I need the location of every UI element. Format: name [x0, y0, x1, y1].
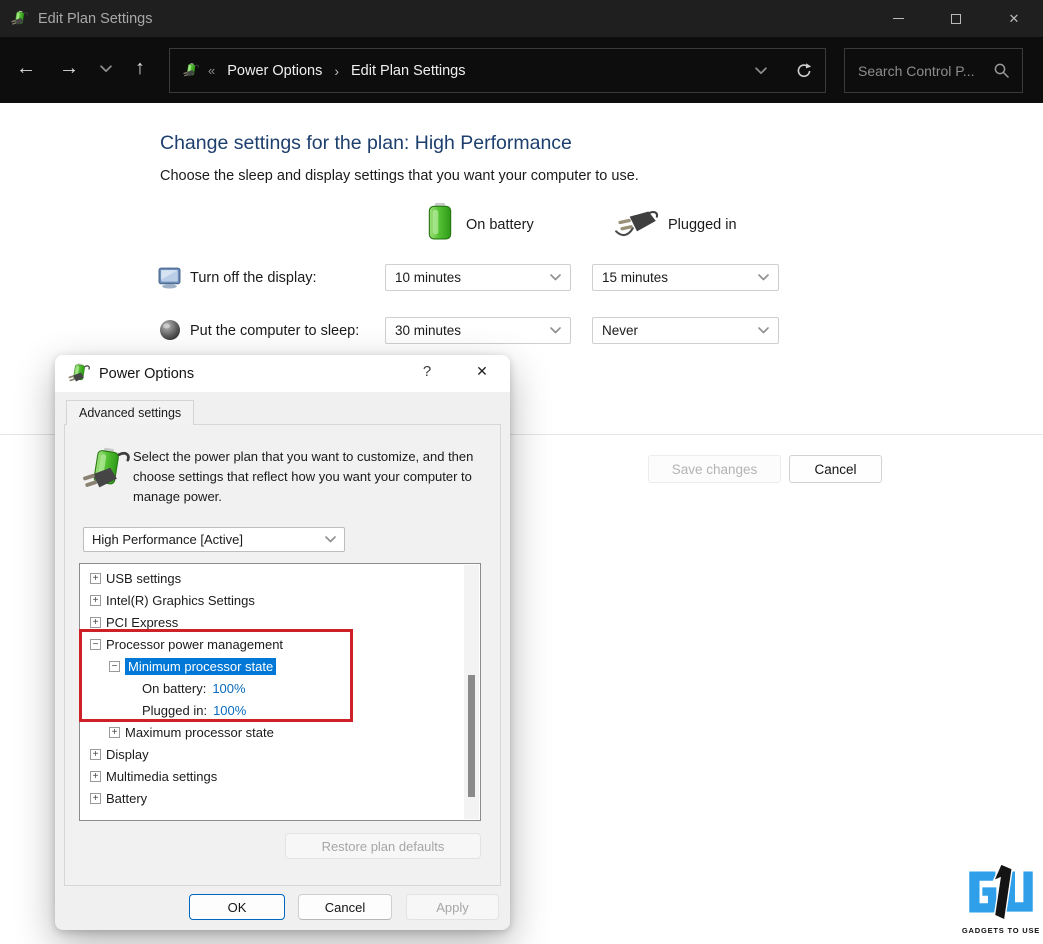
display-plugged-in-select[interactable]: 15 minutes [592, 264, 779, 291]
tree-item-usb-settings[interactable]: + USB settings [80, 567, 480, 589]
recent-pages-chevron-icon[interactable] [100, 65, 112, 73]
window-title: Edit Plan Settings [38, 11, 152, 27]
tree-item-maximum-processor-state[interactable]: + Maximum processor state [80, 721, 480, 743]
watermark-caption: GADGETS TO USE [961, 926, 1041, 935]
forward-icon[interactable]: → [59, 58, 79, 78]
chevron-down-icon [550, 327, 561, 334]
restore-plan-defaults-button[interactable]: Restore plan defaults [285, 833, 481, 859]
apply-button[interactable]: Apply [406, 894, 499, 920]
breadcrumb-separator: › [334, 63, 339, 79]
dialog-close-button[interactable]: ✕ [471, 363, 493, 385]
tree-scrollbar[interactable] [464, 565, 479, 819]
tab-advanced-settings[interactable]: Advanced settings [66, 400, 194, 425]
tree-setting-plugged-in: Plugged in: 100% [80, 699, 480, 721]
help-button[interactable]: ? [416, 363, 438, 385]
tree-item-multimedia-settings[interactable]: + Multimedia settings [80, 765, 480, 787]
page-subtitle: Choose the sleep and display settings th… [160, 168, 639, 184]
tree-item-intel-graphics[interactable]: + Intel(R) Graphics Settings [80, 589, 480, 611]
dialog-cancel-button[interactable]: Cancel [298, 894, 392, 920]
display-icon [158, 266, 181, 289]
plugged-in-column-header: Plugged in [668, 217, 737, 233]
breadcrumb-edit-plan-settings[interactable]: Edit Plan Settings [351, 63, 465, 79]
maximize-icon [951, 14, 961, 24]
tree-setting-on-battery: On battery: 100% [80, 677, 480, 699]
sleep-plugged-in-select[interactable]: Never [592, 317, 779, 344]
chevron-down-icon [325, 536, 336, 543]
advanced-settings-tree: + USB settings + Intel(R) Graphics Setti… [79, 563, 481, 821]
plugged-in-value-link[interactable]: 100% [213, 703, 246, 718]
breadcrumb-overflow[interactable]: « [208, 63, 215, 78]
chevron-down-icon [758, 327, 769, 334]
save-changes-button[interactable]: Save changes [648, 455, 781, 483]
gadgets-to-use-watermark: GADGETS TO USE [961, 864, 1041, 936]
dialog-description: Select the power plan that you want to c… [133, 447, 481, 507]
tree-item-pci-express[interactable]: + PCI Express [80, 611, 480, 633]
plugged-in-icon [614, 210, 660, 238]
selected-tree-label: Minimum processor state [125, 658, 276, 675]
battery-plug-icon [68, 362, 90, 386]
address-bar[interactable]: « Power Options › Edit Plan Settings [169, 48, 826, 93]
battery-plug-icon [11, 9, 28, 29]
expand-icon[interactable]: + [90, 573, 101, 584]
display-on-battery-select[interactable]: 10 minutes [385, 264, 571, 291]
on-battery-column-header: On battery [466, 217, 534, 233]
page-title: Change settings for the plan: High Perfo… [160, 132, 572, 155]
search-placeholder: Search Control P... [858, 63, 974, 79]
close-button[interactable]: ✕ [985, 0, 1043, 37]
expand-icon[interactable]: + [109, 727, 120, 738]
maximize-button[interactable] [927, 0, 985, 37]
on-battery-icon [428, 203, 452, 240]
search-icon[interactable] [994, 63, 1009, 78]
dialog-titlebar: Power Options [55, 355, 510, 392]
tree-item-display[interactable]: + Display [80, 743, 480, 765]
chevron-down-icon [550, 274, 561, 281]
scrollbar-thumb[interactable] [468, 675, 475, 797]
edit-plan-settings-window: Edit Plan Settings ✕ ← → ↑ « Power Optio… [0, 0, 1043, 944]
ok-button[interactable]: OK [189, 894, 285, 920]
collapse-icon[interactable]: − [90, 639, 101, 650]
power-options-dialog: Power Options ? ✕ Advanced settings Sele… [55, 355, 510, 930]
address-dropdown-chevron-icon[interactable] [755, 67, 767, 75]
tree-item-processor-power-management[interactable]: − Processor power management [80, 633, 480, 655]
expand-icon[interactable]: + [90, 595, 101, 606]
tree-item-minimum-processor-state[interactable]: − Minimum processor state [80, 655, 480, 677]
back-icon[interactable]: ← [16, 58, 36, 78]
dialog-title: Power Options [99, 366, 194, 382]
address-battery-icon [183, 61, 199, 81]
sleep-label: Put the computer to sleep: [190, 323, 359, 339]
expand-icon[interactable]: + [90, 617, 101, 628]
battery-plug-icon [82, 445, 130, 497]
chevron-down-icon [758, 274, 769, 281]
sleep-on-battery-select[interactable]: 30 minutes [385, 317, 571, 344]
up-icon[interactable]: ↑ [135, 58, 145, 78]
minimize-button[interactable] [869, 0, 927, 37]
refresh-icon[interactable] [795, 62, 813, 80]
expand-icon[interactable]: + [90, 749, 101, 760]
navigation-bar: ← → ↑ « Power Options › Edit Plan Settin… [0, 37, 1043, 103]
sleep-icon [159, 319, 181, 341]
gu-logo-icon [965, 864, 1037, 920]
main-cancel-button[interactable]: Cancel [789, 455, 882, 483]
expand-icon[interactable]: + [90, 771, 101, 782]
minimize-icon [893, 18, 904, 19]
collapse-icon[interactable]: − [109, 661, 120, 672]
window-titlebar: Edit Plan Settings ✕ [0, 0, 1043, 37]
breadcrumb-power-options[interactable]: Power Options [227, 63, 322, 79]
power-plan-select[interactable]: High Performance [Active] [83, 527, 345, 552]
on-battery-value-link[interactable]: 100% [212, 681, 245, 696]
search-input[interactable]: Search Control P... [844, 48, 1023, 93]
tree-item-battery[interactable]: + Battery [80, 787, 480, 809]
turn-off-display-label: Turn off the display: [190, 270, 317, 286]
expand-icon[interactable]: + [90, 793, 101, 804]
